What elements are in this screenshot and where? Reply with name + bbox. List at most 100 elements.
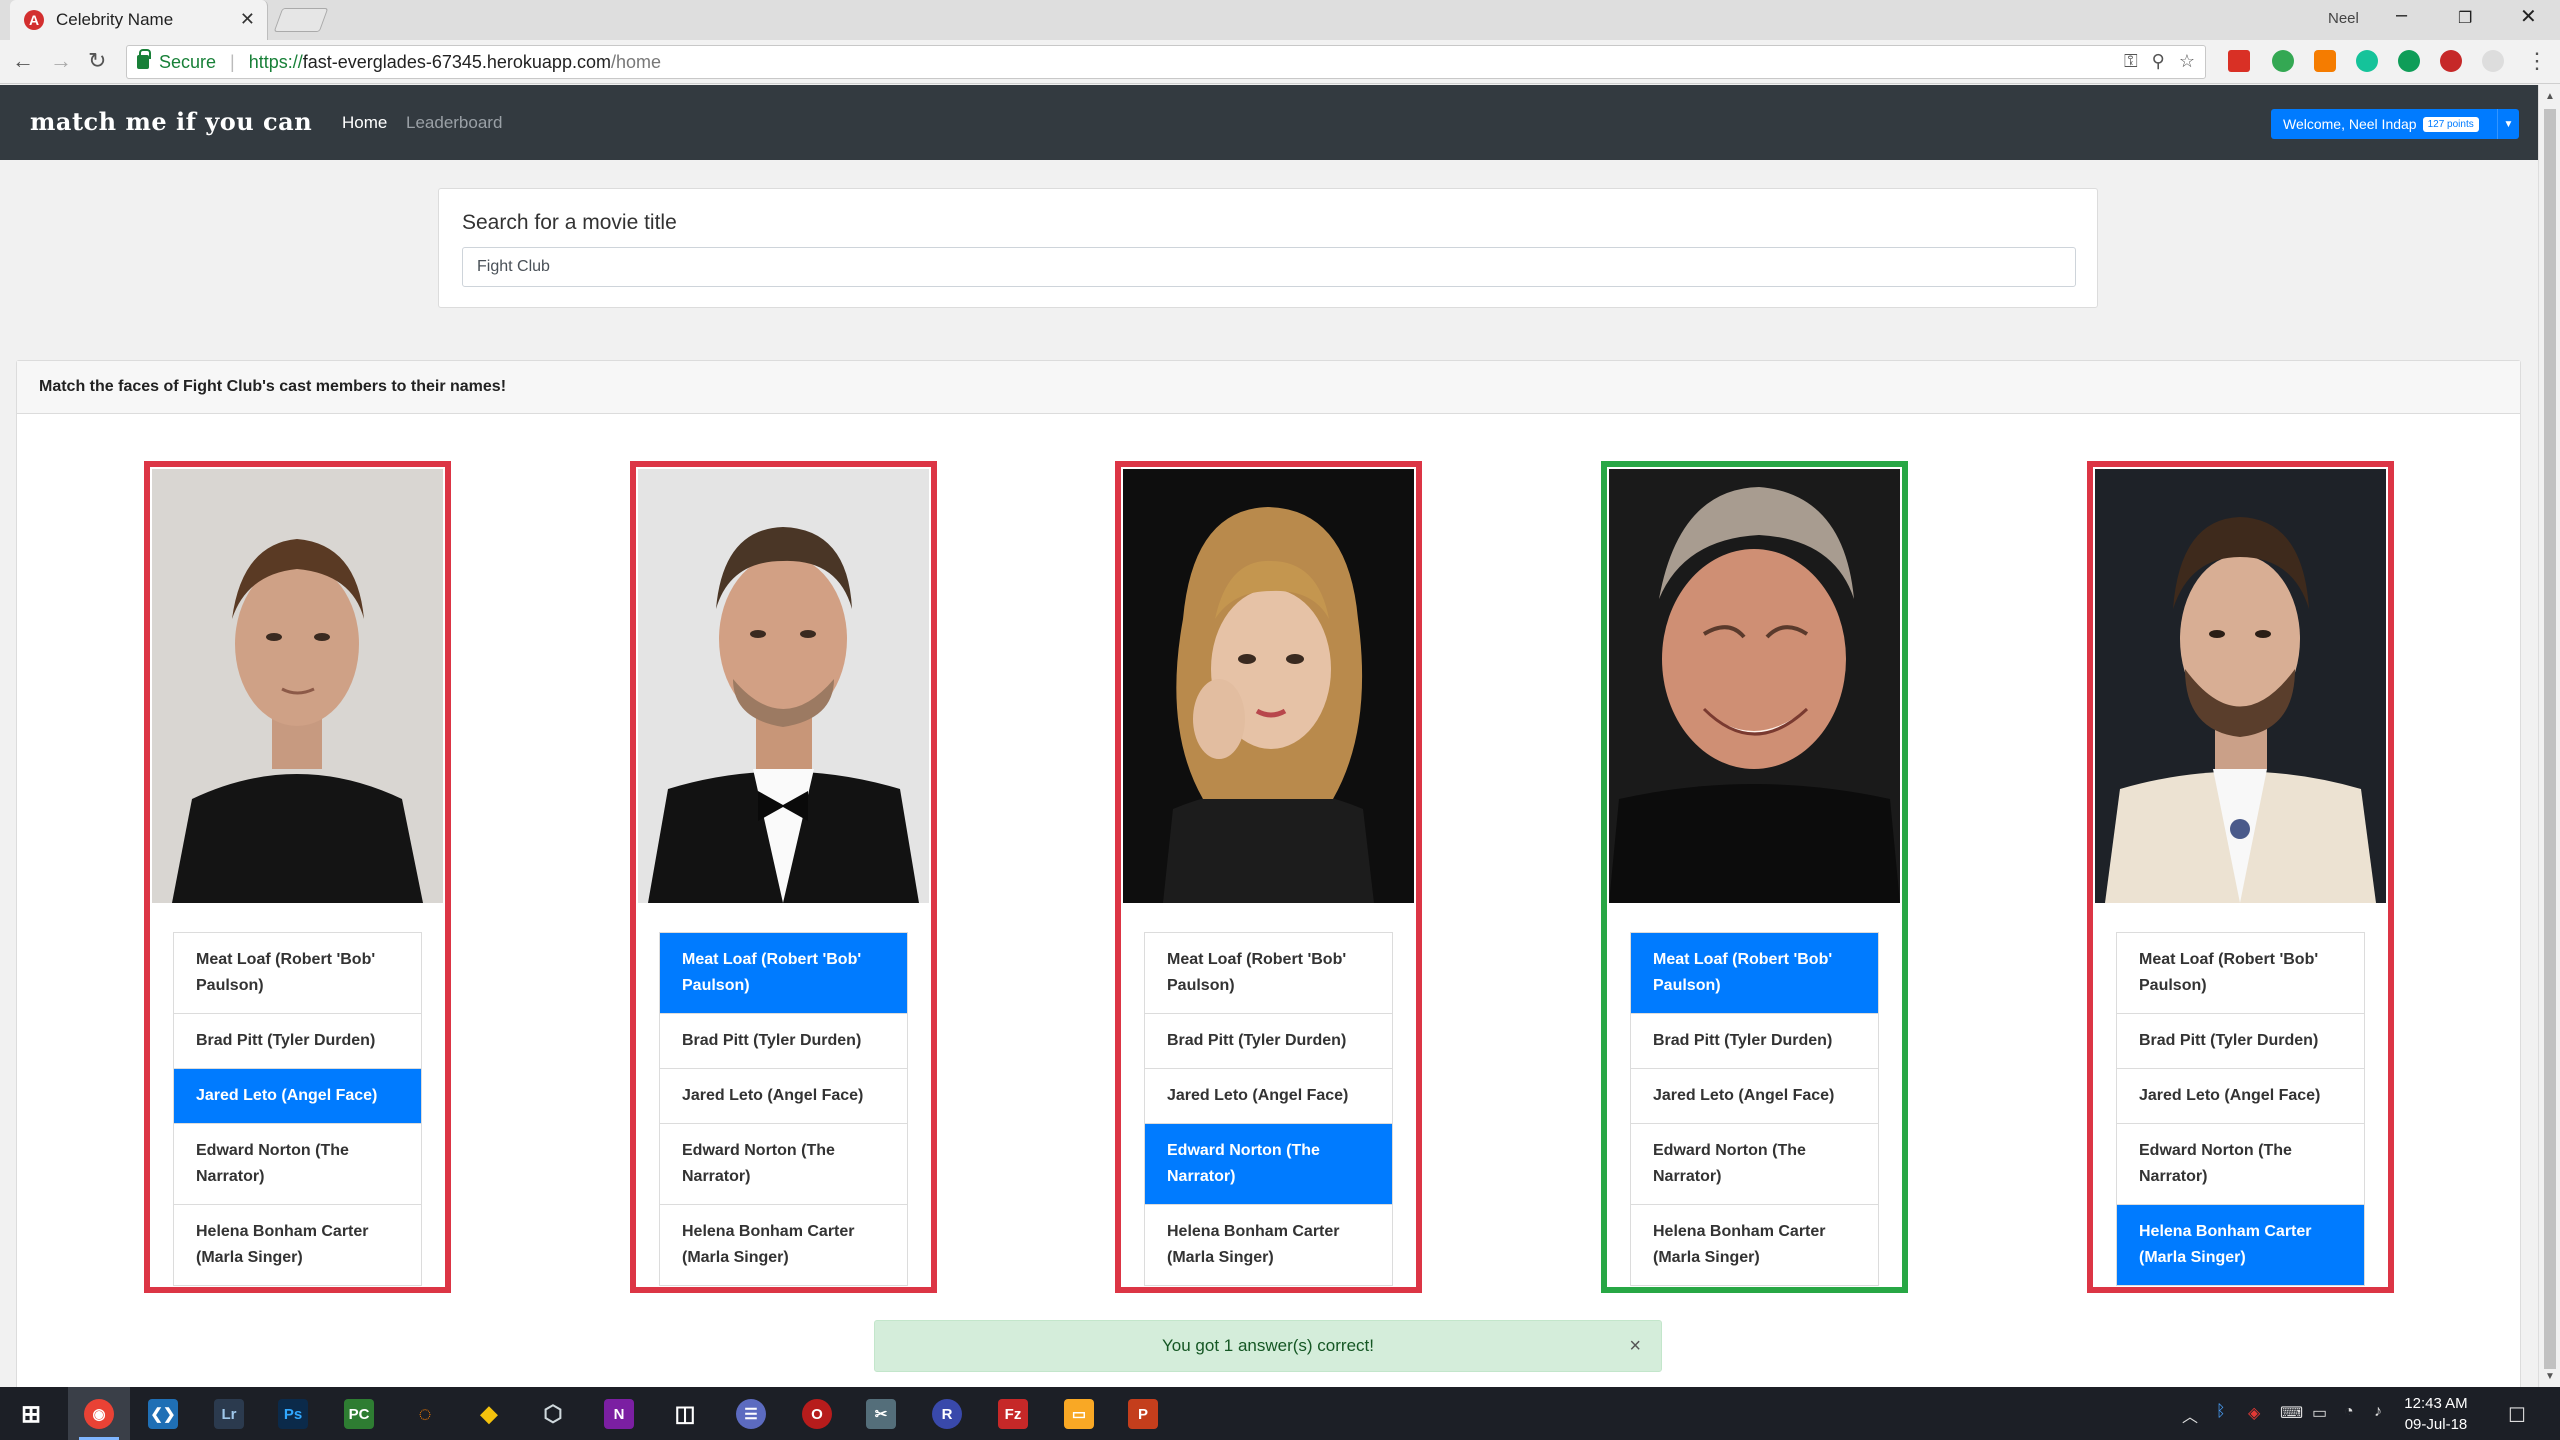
restore-icon[interactable]: ❐: [2458, 8, 2472, 28]
git-icon[interactable]: ◆: [474, 1399, 504, 1429]
url-host: fast-everglades-67345.herokuapp.com: [302, 51, 611, 72]
minimize-icon[interactable]: –: [2396, 4, 2407, 27]
option-jared-leto[interactable]: Jared Leto (Angel Face): [1145, 1069, 1392, 1124]
app-brand[interactable]: match me if you can: [30, 107, 312, 136]
photoshop-icon[interactable]: Ps: [278, 1399, 308, 1429]
lightroom-icon[interactable]: Lr: [214, 1399, 244, 1429]
tray-app-icon[interactable]: ◈: [2248, 1403, 2260, 1423]
onenote-icon[interactable]: N: [604, 1399, 634, 1429]
cast-photo: [638, 469, 929, 903]
option-brad-pitt[interactable]: Brad Pitt (Tyler Durden): [1145, 1014, 1392, 1069]
option-brad-pitt[interactable]: Brad Pitt (Tyler Durden): [1631, 1014, 1878, 1069]
grammarly-icon[interactable]: [2356, 50, 2378, 72]
reload-icon[interactable]: ↻: [88, 48, 106, 74]
option-helena-bonham-carter[interactable]: Helena Bonham Carter (Marla Singer): [174, 1205, 421, 1285]
browser-menu-icon[interactable]: ⋮: [2526, 48, 2548, 74]
wifi-icon[interactable]: ◔: [2344, 1403, 2354, 1421]
option-edward-norton[interactable]: Edward Norton (The Narrator): [1631, 1124, 1878, 1205]
option-edward-norton[interactable]: Edward Norton (The Narrator): [1145, 1124, 1392, 1205]
browser-tab[interactable]: A Celebrity Name ✕: [10, 0, 268, 40]
option-jared-leto[interactable]: Jared Leto (Angel Face): [2117, 1069, 2364, 1124]
dropdown-caret-icon[interactable]: ▼: [2497, 109, 2519, 139]
bluetooth-icon[interactable]: ᛒ: [2216, 1403, 2226, 1421]
option-helena-bonham-carter[interactable]: Helena Bonham Carter (Marla Singer): [1145, 1205, 1392, 1285]
back-arrow-icon[interactable]: ←: [12, 48, 34, 74]
jupyter-icon[interactable]: ◌: [410, 1399, 440, 1429]
address-bar[interactable]: Secure | https:// fast-everglades-67345.…: [126, 45, 2206, 79]
extension-grey-icon[interactable]: [2482, 50, 2504, 72]
answer-options: Meat Loaf (Robert 'Bob' Paulson) Brad Pi…: [1630, 932, 1879, 1286]
option-edward-norton[interactable]: Edward Norton (The Narrator): [2117, 1124, 2364, 1205]
option-helena-bonham-carter[interactable]: Helena Bonham Carter (Marla Singer): [2117, 1205, 2364, 1285]
window-user-name: Neel: [2328, 10, 2359, 27]
answer-options: Meat Loaf (Robert 'Bob' Paulson) Brad Pi…: [659, 932, 908, 1286]
pycharm-icon[interactable]: PC: [344, 1399, 374, 1429]
option-helena-bonham-carter[interactable]: Helena Bonham Carter (Marla Singer): [660, 1205, 907, 1285]
windows-start-icon[interactable]: ⊞: [16, 1399, 46, 1429]
vscode-icon[interactable]: ❮❯: [148, 1399, 178, 1429]
key-icon[interactable]: ⚿: [2124, 51, 2138, 72]
option-brad-pitt[interactable]: Brad Pitt (Tyler Durden): [2117, 1014, 2364, 1069]
user-menu-button[interactable]: Welcome, Neel Indap 127 points ▼: [2271, 109, 2519, 139]
virtualbox-icon[interactable]: ⬡: [538, 1399, 568, 1429]
nav-home-link[interactable]: Home: [342, 113, 387, 133]
option-edward-norton[interactable]: Edward Norton (The Narrator): [660, 1124, 907, 1205]
option-meat-loaf[interactable]: Meat Loaf (Robert 'Bob' Paulson): [1145, 933, 1392, 1014]
url-separator: |: [230, 51, 235, 72]
search-title: Search for a movie title: [462, 211, 677, 234]
movie-search-input[interactable]: [462, 247, 2076, 287]
file-explorer-icon[interactable]: ▭: [1064, 1399, 1094, 1429]
cast-card-1: Meat Loaf (Robert 'Bob' Paulson) Brad Pi…: [144, 461, 451, 1293]
snipping-icon[interactable]: ✂: [866, 1399, 896, 1429]
option-brad-pitt[interactable]: Brad Pitt (Tyler Durden): [174, 1014, 421, 1069]
zoom-icon[interactable]: ⚲: [2152, 51, 2165, 72]
url-scheme: https://: [248, 51, 303, 72]
option-meat-loaf[interactable]: Meat Loaf (Robert 'Bob' Paulson): [1631, 933, 1878, 1014]
extension-green-icon[interactable]: [2272, 50, 2294, 72]
keyboard-icon[interactable]: ⌨: [2280, 1403, 2303, 1423]
extension-badge-icon[interactable]: [2398, 50, 2420, 72]
option-jared-leto[interactable]: Jared Leto (Angel Face): [660, 1069, 907, 1124]
bookmark-star-icon[interactable]: ☆: [2179, 51, 2195, 72]
cast-card-4: Meat Loaf (Robert 'Bob' Paulson) Brad Pi…: [1601, 461, 1908, 1293]
option-edward-norton[interactable]: Edward Norton (The Narrator): [174, 1124, 421, 1205]
scroll-up-icon[interactable]: ▲: [2545, 91, 2555, 102]
scroll-thumb[interactable]: [2544, 109, 2556, 1369]
option-meat-loaf[interactable]: Meat Loaf (Robert 'Bob' Paulson): [174, 933, 421, 1014]
forward-arrow-icon[interactable]: →: [50, 48, 72, 74]
alert-close-icon[interactable]: ×: [1629, 1335, 1641, 1358]
volume-icon[interactable]: ♪: [2374, 1403, 2382, 1421]
result-alert: You got 1 answer(s) correct! ×: [874, 1320, 1662, 1372]
answer-options: Meat Loaf (Robert 'Bob' Paulson) Brad Pi…: [1144, 932, 1393, 1286]
window-close-icon[interactable]: ✕: [2520, 4, 2537, 29]
scroll-down-icon[interactable]: ▼: [2545, 1371, 2555, 1382]
powerpoint-icon[interactable]: P: [1128, 1399, 1158, 1429]
page-scrollbar[interactable]: ▲ ▼: [2538, 85, 2560, 1387]
filezilla-icon[interactable]: Fz: [998, 1399, 1028, 1429]
option-helena-bonham-carter[interactable]: Helena Bonham Carter (Marla Singer): [1631, 1205, 1878, 1285]
adblock-icon[interactable]: [2440, 50, 2462, 72]
option-jared-leto[interactable]: Jared Leto (Angel Face): [174, 1069, 421, 1124]
extension-red-icon[interactable]: [2228, 50, 2250, 72]
cast-card-5: Meat Loaf (Robert 'Bob' Paulson) Brad Pi…: [2087, 461, 2394, 1293]
option-meat-loaf[interactable]: Meat Loaf (Robert 'Bob' Paulson): [2117, 933, 2364, 1014]
cast-photo: [2095, 469, 2386, 903]
taskbar-clock[interactable]: 12:43 AM 09-Jul-18: [2386, 1393, 2486, 1435]
battery-icon[interactable]: ▭: [2312, 1403, 2327, 1423]
option-meat-loaf[interactable]: Meat Loaf (Robert 'Bob' Paulson): [660, 933, 907, 1014]
opera-icon[interactable]: O: [802, 1399, 832, 1429]
tab-close-icon[interactable]: ✕: [240, 9, 255, 30]
r-studio-icon[interactable]: R: [932, 1399, 962, 1429]
eclipse-icon[interactable]: ☰: [736, 1399, 766, 1429]
option-jared-leto[interactable]: Jared Leto (Angel Face): [1631, 1069, 1878, 1124]
new-tab-button[interactable]: [273, 8, 329, 32]
notifications-icon[interactable]: ☐: [2508, 1403, 2526, 1428]
url-path: /home: [610, 51, 661, 72]
cast-card-3: Meat Loaf (Robert 'Bob' Paulson) Brad Pi…: [1115, 461, 1422, 1293]
tray-chevron-icon[interactable]: ︿: [2182, 1403, 2198, 1427]
option-brad-pitt[interactable]: Brad Pitt (Tyler Durden): [660, 1014, 907, 1069]
extension-orange-icon[interactable]: [2314, 50, 2336, 72]
chrome-icon[interactable]: ◉: [84, 1399, 114, 1429]
reader-icon[interactable]: ◫: [670, 1399, 700, 1429]
nav-leaderboard-link[interactable]: Leaderboard: [406, 113, 502, 133]
